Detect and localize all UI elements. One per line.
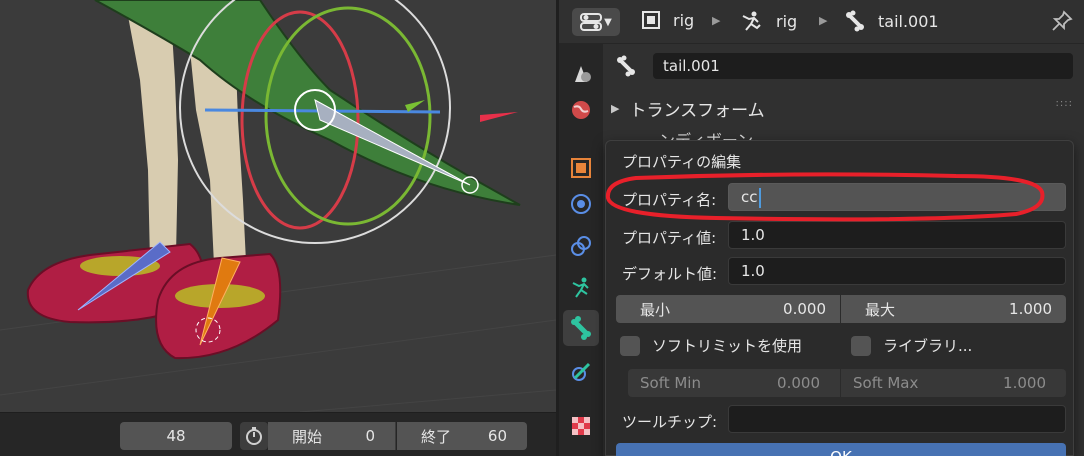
- current-frame-field[interactable]: 48: [120, 422, 232, 450]
- chevron-right-icon: ▶: [819, 14, 828, 27]
- tab-bone-constraints[interactable]: [563, 354, 599, 390]
- tab-armature-data[interactable]: [563, 270, 599, 306]
- tab-texture[interactable]: [563, 408, 599, 444]
- bone-name-row: tail.001: [603, 50, 1084, 82]
- ok-button[interactable]: OK: [616, 443, 1066, 456]
- chevron-down-icon: ▼: [604, 16, 612, 28]
- frame-start-value: 0: [365, 427, 375, 445]
- property-value-label: プロパティ値:: [622, 229, 717, 247]
- viewport-scene[interactable]: [0, 0, 556, 412]
- gizmo-y-arrow[interactable]: [405, 100, 425, 112]
- object-properties-icon: [571, 158, 591, 178]
- soft-max-field: Soft Max 1.000: [841, 369, 1066, 397]
- scene-icon: [575, 66, 591, 82]
- properties-tabs: [559, 44, 603, 456]
- tooltip-label: ツールチップ:: [622, 413, 718, 431]
- property-value-input[interactable]: 1.0: [728, 221, 1066, 249]
- object-icon: [642, 11, 660, 29]
- breadcrumb-bone[interactable]: tail.001: [844, 10, 939, 32]
- transform-panel-header[interactable]: ▶ トランスフォーム ::::: [611, 94, 1081, 122]
- bone-icon: [846, 10, 864, 32]
- tab-object[interactable]: [563, 150, 599, 186]
- dialog-title: プロパティの編集: [622, 153, 742, 171]
- soft-max-label: Soft Max: [853, 374, 919, 392]
- bone-properties-icon: [571, 316, 591, 340]
- tab-world[interactable]: [563, 92, 599, 128]
- chevron-right-icon: ▶: [611, 101, 620, 115]
- properties-editor-icon: [580, 13, 603, 31]
- breadcrumb-object-label: rig: [673, 10, 695, 30]
- breadcrumb-armature-label: rig: [776, 11, 798, 31]
- physics-icon: [571, 194, 591, 214]
- tab-bone[interactable]: [563, 310, 599, 346]
- armature-data-icon: [572, 277, 589, 298]
- tab-modifiers[interactable]: [563, 186, 599, 222]
- use-soft-limits-checkbox[interactable]: ソフトリミットを使用: [620, 335, 802, 356]
- stopwatch-icon[interactable]: [240, 422, 268, 450]
- default-value-label: デフォルト値:: [622, 265, 718, 283]
- texture-icon: [572, 417, 590, 435]
- breadcrumb-bone-label: tail.001: [878, 11, 939, 31]
- world-icon: [572, 101, 590, 119]
- property-name-input[interactable]: cc: [728, 183, 1066, 211]
- tab-scene[interactable]: [563, 56, 599, 92]
- default-value-input[interactable]: 1.0: [728, 257, 1066, 285]
- armature-icon: [742, 11, 761, 31]
- bone-constraint-icon: [572, 362, 591, 381]
- chevron-right-icon: ▶: [712, 14, 721, 27]
- text-cursor: [758, 187, 761, 208]
- bone-icon: [617, 55, 635, 77]
- min-label: 最小: [640, 300, 671, 319]
- min-value: 0.000: [783, 300, 826, 318]
- breadcrumb-armature[interactable]: rig: [740, 10, 797, 32]
- min-field[interactable]: 最小 0.000: [616, 295, 840, 323]
- frame-start-field[interactable]: 開始 0: [268, 422, 396, 450]
- edit-property-dialog: プロパティの編集 プロパティ名: cc プロパティ値: 1.0 デフォルト値: …: [605, 140, 1074, 456]
- transform-label: トランスフォーム: [629, 100, 765, 121]
- use-soft-limits-label: ソフトリミットを使用: [652, 337, 803, 355]
- checkbox-box: [851, 335, 871, 356]
- pin-icon[interactable]: [1051, 10, 1073, 36]
- property-name-text: cc: [741, 188, 758, 206]
- library-overridable-label: ライブラリ...: [883, 337, 973, 355]
- max-value: 1.000: [1009, 300, 1052, 318]
- frame-end-value: 60: [487, 427, 507, 445]
- breadcrumb-object[interactable]: rig: [641, 10, 694, 30]
- 3d-viewport[interactable]: 48 開始 0 終了 60: [0, 0, 556, 456]
- property-name-label: プロパティ名:: [622, 191, 717, 209]
- properties-header: ▼ rig ▶ rig ▶ tail.001: [559, 0, 1084, 44]
- tooltip-input[interactable]: [728, 405, 1066, 433]
- tab-constraints[interactable]: [563, 228, 599, 264]
- editor-type-button[interactable]: ▼: [572, 8, 620, 36]
- bone-name-field[interactable]: tail.001: [653, 53, 1073, 79]
- soft-min-field: Soft Min 0.000: [628, 369, 840, 397]
- soft-min-label: Soft Min: [640, 374, 701, 392]
- constraints-icon: [571, 236, 591, 256]
- frame-end-label: 終了: [421, 427, 452, 446]
- timeline-bar: 48 開始 0 終了 60: [0, 412, 556, 456]
- checkbox-box: [620, 335, 640, 356]
- soft-min-value: 0.000: [777, 374, 820, 392]
- drag-handle-icon[interactable]: ::::: [1056, 98, 1073, 109]
- frame-end-field[interactable]: 終了 60: [397, 422, 527, 450]
- frame-start-label: 開始: [292, 427, 323, 446]
- library-overridable-checkbox[interactable]: ライブラリ...: [851, 335, 972, 356]
- gizmo-x-arrow[interactable]: [480, 112, 518, 122]
- soft-max-value: 1.000: [1003, 374, 1046, 392]
- max-label: 最大: [865, 300, 896, 319]
- max-field[interactable]: 最大 1.000: [841, 295, 1066, 323]
